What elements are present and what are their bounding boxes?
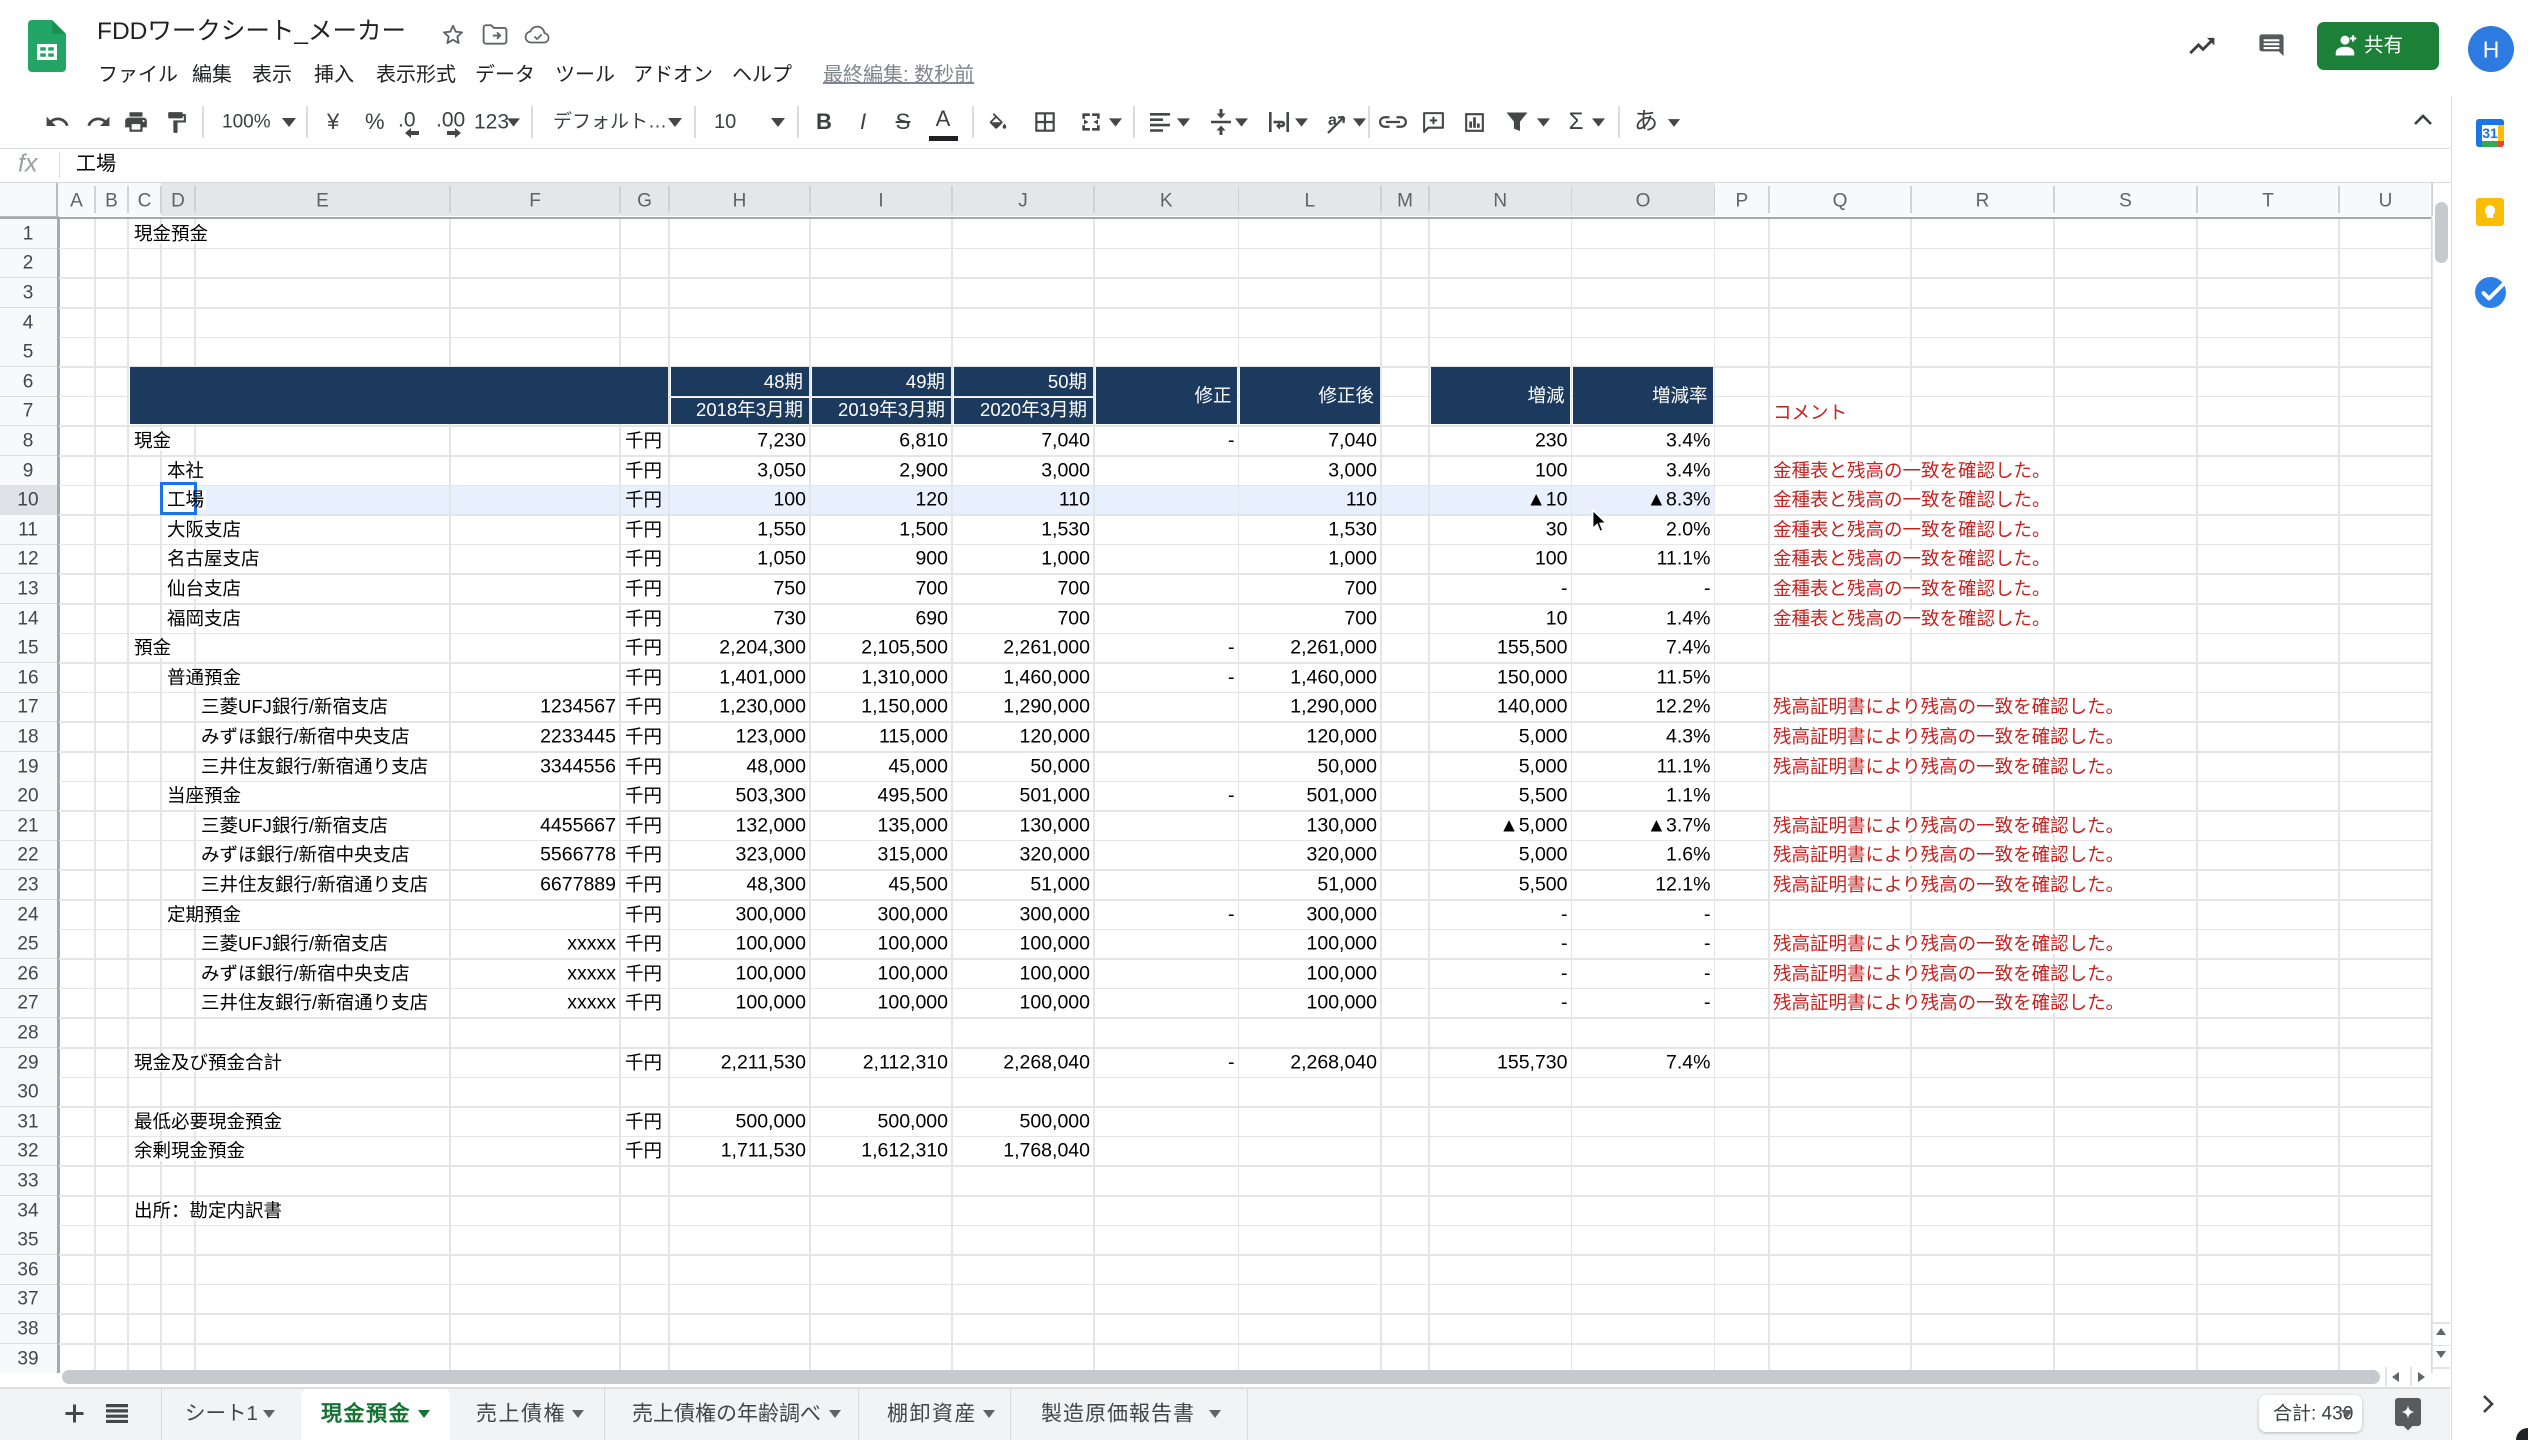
svg-text:31: 31 [2482, 125, 2498, 141]
